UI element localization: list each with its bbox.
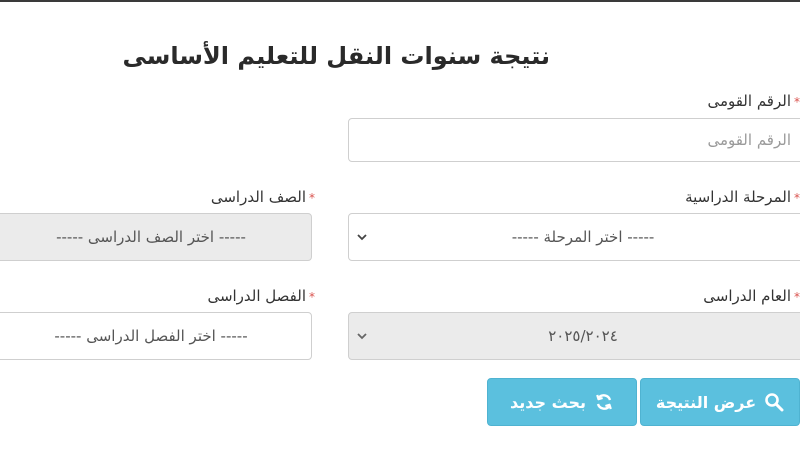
new-search-label: بحث جديد — [509, 392, 587, 412]
term-label-text: الفصل الدراسى — [207, 287, 306, 305]
year-select-value: ٢٠٢٥/٢٠٢٤ — [548, 327, 618, 345]
stage-select[interactable]: ----- اختر المرحلة ----- — [348, 213, 800, 261]
stage-label-text: المرحلة الدراسية — [685, 188, 791, 206]
term-select-value: ----- اختر الفصل الدراسى ----- — [54, 327, 248, 345]
year-select[interactable]: ٢٠٢٥/٢٠٢٤ — [348, 312, 800, 360]
national-id-input[interactable]: الرقم القومى — [348, 118, 800, 162]
chevron-down-icon — [357, 333, 367, 340]
show-result-label: عرض النتيجة — [655, 392, 757, 412]
chevron-down-icon — [357, 234, 367, 241]
grade-select[interactable]: ----- اختر الصف الدراسى ----- — [0, 213, 312, 261]
grade-label-text: الصف الدراسى — [210, 188, 306, 206]
grade-select-value: ----- اختر الصف الدراسى ----- — [56, 228, 246, 246]
stage-select-value: ----- اختر المرحلة ----- — [511, 228, 655, 246]
required-mark: * — [309, 290, 315, 304]
required-mark: * — [794, 290, 800, 304]
national-id-label-text: الرقم القومى — [707, 92, 791, 110]
national-id-placeholder: الرقم القومى — [707, 131, 791, 149]
required-mark: * — [794, 95, 800, 109]
top-divider — [0, 0, 800, 2]
new-search-button[interactable]: بحث جديد — [487, 378, 637, 426]
required-mark: * — [309, 191, 315, 205]
year-label-text: العام الدراسى — [703, 287, 791, 305]
search-icon — [765, 393, 784, 412]
grade-label: *الصف الدراسى — [180, 188, 315, 206]
stage-label: *المرحلة الدراسية — [685, 188, 800, 206]
year-label: *العام الدراسى — [703, 287, 800, 305]
national-id-label: *الرقم القومى — [707, 92, 800, 110]
required-mark: * — [794, 191, 800, 205]
term-label: *الفصل الدراسى — [180, 287, 315, 305]
term-select[interactable]: ----- اختر الفصل الدراسى ----- — [0, 312, 312, 360]
show-result-button[interactable]: عرض النتيجة — [640, 378, 800, 426]
page-title: نتيجة سنوات النقل للتعليم الأساسى — [122, 42, 550, 70]
refresh-icon — [596, 394, 612, 410]
